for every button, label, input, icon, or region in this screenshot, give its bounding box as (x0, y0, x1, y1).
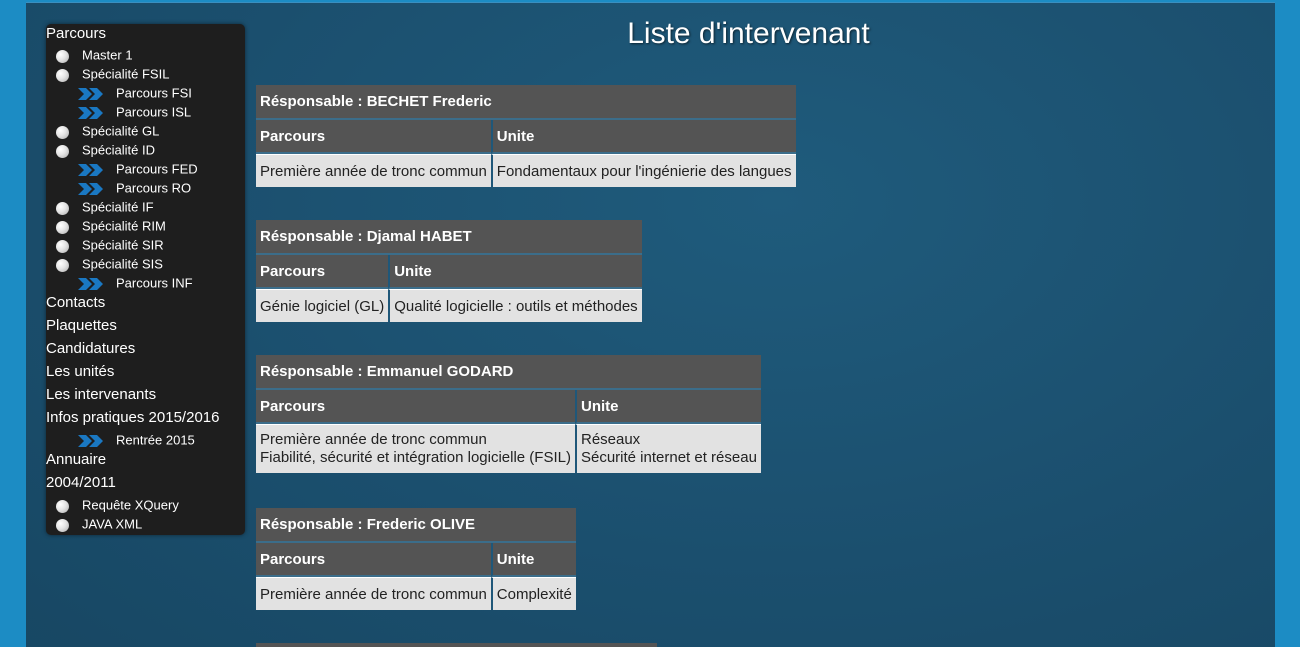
column-header-unite: Unite (574, 390, 761, 424)
table-row: Génie logiciel (GL) Qualité logicielle :… (256, 289, 642, 322)
bullet-icon (56, 50, 69, 64)
table-row: Première année de tronc commun Complexit… (256, 577, 576, 610)
next-table-header-partial (256, 643, 657, 647)
nav-candidatures[interactable]: Candidatures (46, 340, 135, 358)
nav-spec-id[interactable]: Spécialité ID (56, 142, 155, 159)
nav-spec-sir[interactable]: Spécialité SIR (56, 237, 164, 254)
responsable-table: Résponsable : Frederic OLIVE Parcours Un… (256, 508, 576, 610)
nav-spec-if[interactable]: Spécialité IF (56, 199, 154, 216)
nav-parcours-fed[interactable]: Parcours FED (76, 161, 198, 178)
nav-xquery[interactable]: Requête XQuery (56, 497, 179, 514)
chevron-double-icon (78, 106, 103, 119)
nav-plaquettes[interactable]: Plaquettes (46, 317, 117, 335)
column-header-parcours: Parcours (256, 390, 575, 424)
unite-cell: Fondamentaux pour l'ingénierie des langu… (490, 154, 796, 187)
unite-cell: Qualité logicielle : outils et méthodes (388, 289, 642, 322)
nav-annuaire[interactable]: Annuaire (46, 451, 106, 469)
column-header-unite: Unite (490, 543, 576, 577)
responsable-header: Résponsable : Emmanuel GODARD (256, 355, 761, 390)
column-header-parcours: Parcours (256, 255, 389, 289)
nav-archive[interactable]: 2004/2011 (46, 474, 116, 492)
bullet-icon (56, 519, 69, 533)
bullet-icon (56, 221, 69, 235)
nav-java-xml[interactable]: JAVA XML (56, 516, 142, 533)
nav-parcours-ro[interactable]: Parcours RO (76, 180, 191, 197)
chevron-double-icon (78, 163, 103, 176)
responsable-table: Résponsable : Emmanuel GODARD Parcours U… (256, 355, 761, 473)
bullet-icon (56, 500, 69, 514)
nav-spec-rim[interactable]: Spécialité RIM (56, 218, 166, 235)
parcours-cell: Génie logiciel (GL) (256, 289, 389, 322)
bullet-icon (56, 145, 69, 159)
parcours-cell: Première année de tronc commun (256, 154, 491, 187)
table-row: Première année de tronc commun Fiabilité… (256, 424, 761, 473)
nav-parcours-inf[interactable]: Parcours INF (76, 275, 193, 292)
page-title: Liste d'intervenant (627, 17, 870, 50)
bullet-icon (56, 240, 69, 254)
nav-infos-pratiques[interactable]: Infos pratiques 2015/2016 (46, 409, 219, 427)
parcours-line: Fiabilité, sécurité et intégration logic… (260, 449, 571, 466)
nav-spec-sis[interactable]: Spécialité SIS (56, 256, 163, 273)
column-header-unite: Unite (490, 120, 796, 154)
responsable-header: Résponsable : BECHET Frederic (256, 85, 796, 120)
chevron-double-icon (78, 182, 103, 195)
nav-contacts[interactable]: Contacts (46, 294, 105, 312)
nav-rentree[interactable]: Rentrée 2015 (76, 432, 195, 449)
responsable-table: Résponsable : BECHET Frederic Parcours U… (256, 85, 796, 187)
chevron-double-icon (78, 277, 103, 290)
bullet-icon (56, 69, 69, 83)
chevron-double-icon (78, 434, 103, 447)
nav-parcours-fsi[interactable]: Parcours FSI (76, 85, 192, 102)
nav-intervenants[interactable]: Les intervenants (46, 386, 156, 404)
parcours-line: Première année de tronc commun (260, 431, 487, 448)
bullet-icon (56, 202, 69, 216)
bullet-icon (56, 126, 69, 140)
unite-line: Sécurité internet et réseau (580, 449, 757, 466)
column-header-parcours: Parcours (256, 543, 491, 577)
column-header-unite: Unite (388, 255, 642, 289)
bullet-icon (56, 259, 69, 273)
unite-line: Réseaux (580, 431, 641, 448)
responsable-header: Résponsable : Djamal HABET (256, 220, 642, 255)
nav-spec-fsil[interactable]: Spécialité FSIL (56, 66, 169, 83)
responsable-header: Résponsable : Frederic OLIVE (256, 508, 576, 543)
parcours-cell: Première année de tronc commun Fiabilité… (256, 424, 575, 473)
unite-cell: Réseaux Sécurité internet et réseau (574, 424, 761, 473)
responsable-table: Résponsable : Djamal HABET Parcours Unit… (256, 220, 642, 322)
table-row: Première année de tronc commun Fondament… (256, 154, 796, 187)
page-container: Parcours Master 1 Spécialité FSIL Parcou… (26, 2, 1275, 647)
chevron-double-icon (78, 87, 103, 100)
sidebar-nav: Parcours Master 1 Spécialité FSIL Parcou… (46, 24, 245, 535)
parcours-cell: Première année de tronc commun (256, 577, 491, 610)
nav-spec-gl[interactable]: Spécialité GL (56, 123, 159, 140)
unite-cell: Complexité (490, 577, 576, 610)
nav-unites[interactable]: Les unités (46, 363, 114, 381)
nav-parcours-isl[interactable]: Parcours ISL (76, 104, 191, 121)
column-header-parcours: Parcours (256, 120, 491, 154)
